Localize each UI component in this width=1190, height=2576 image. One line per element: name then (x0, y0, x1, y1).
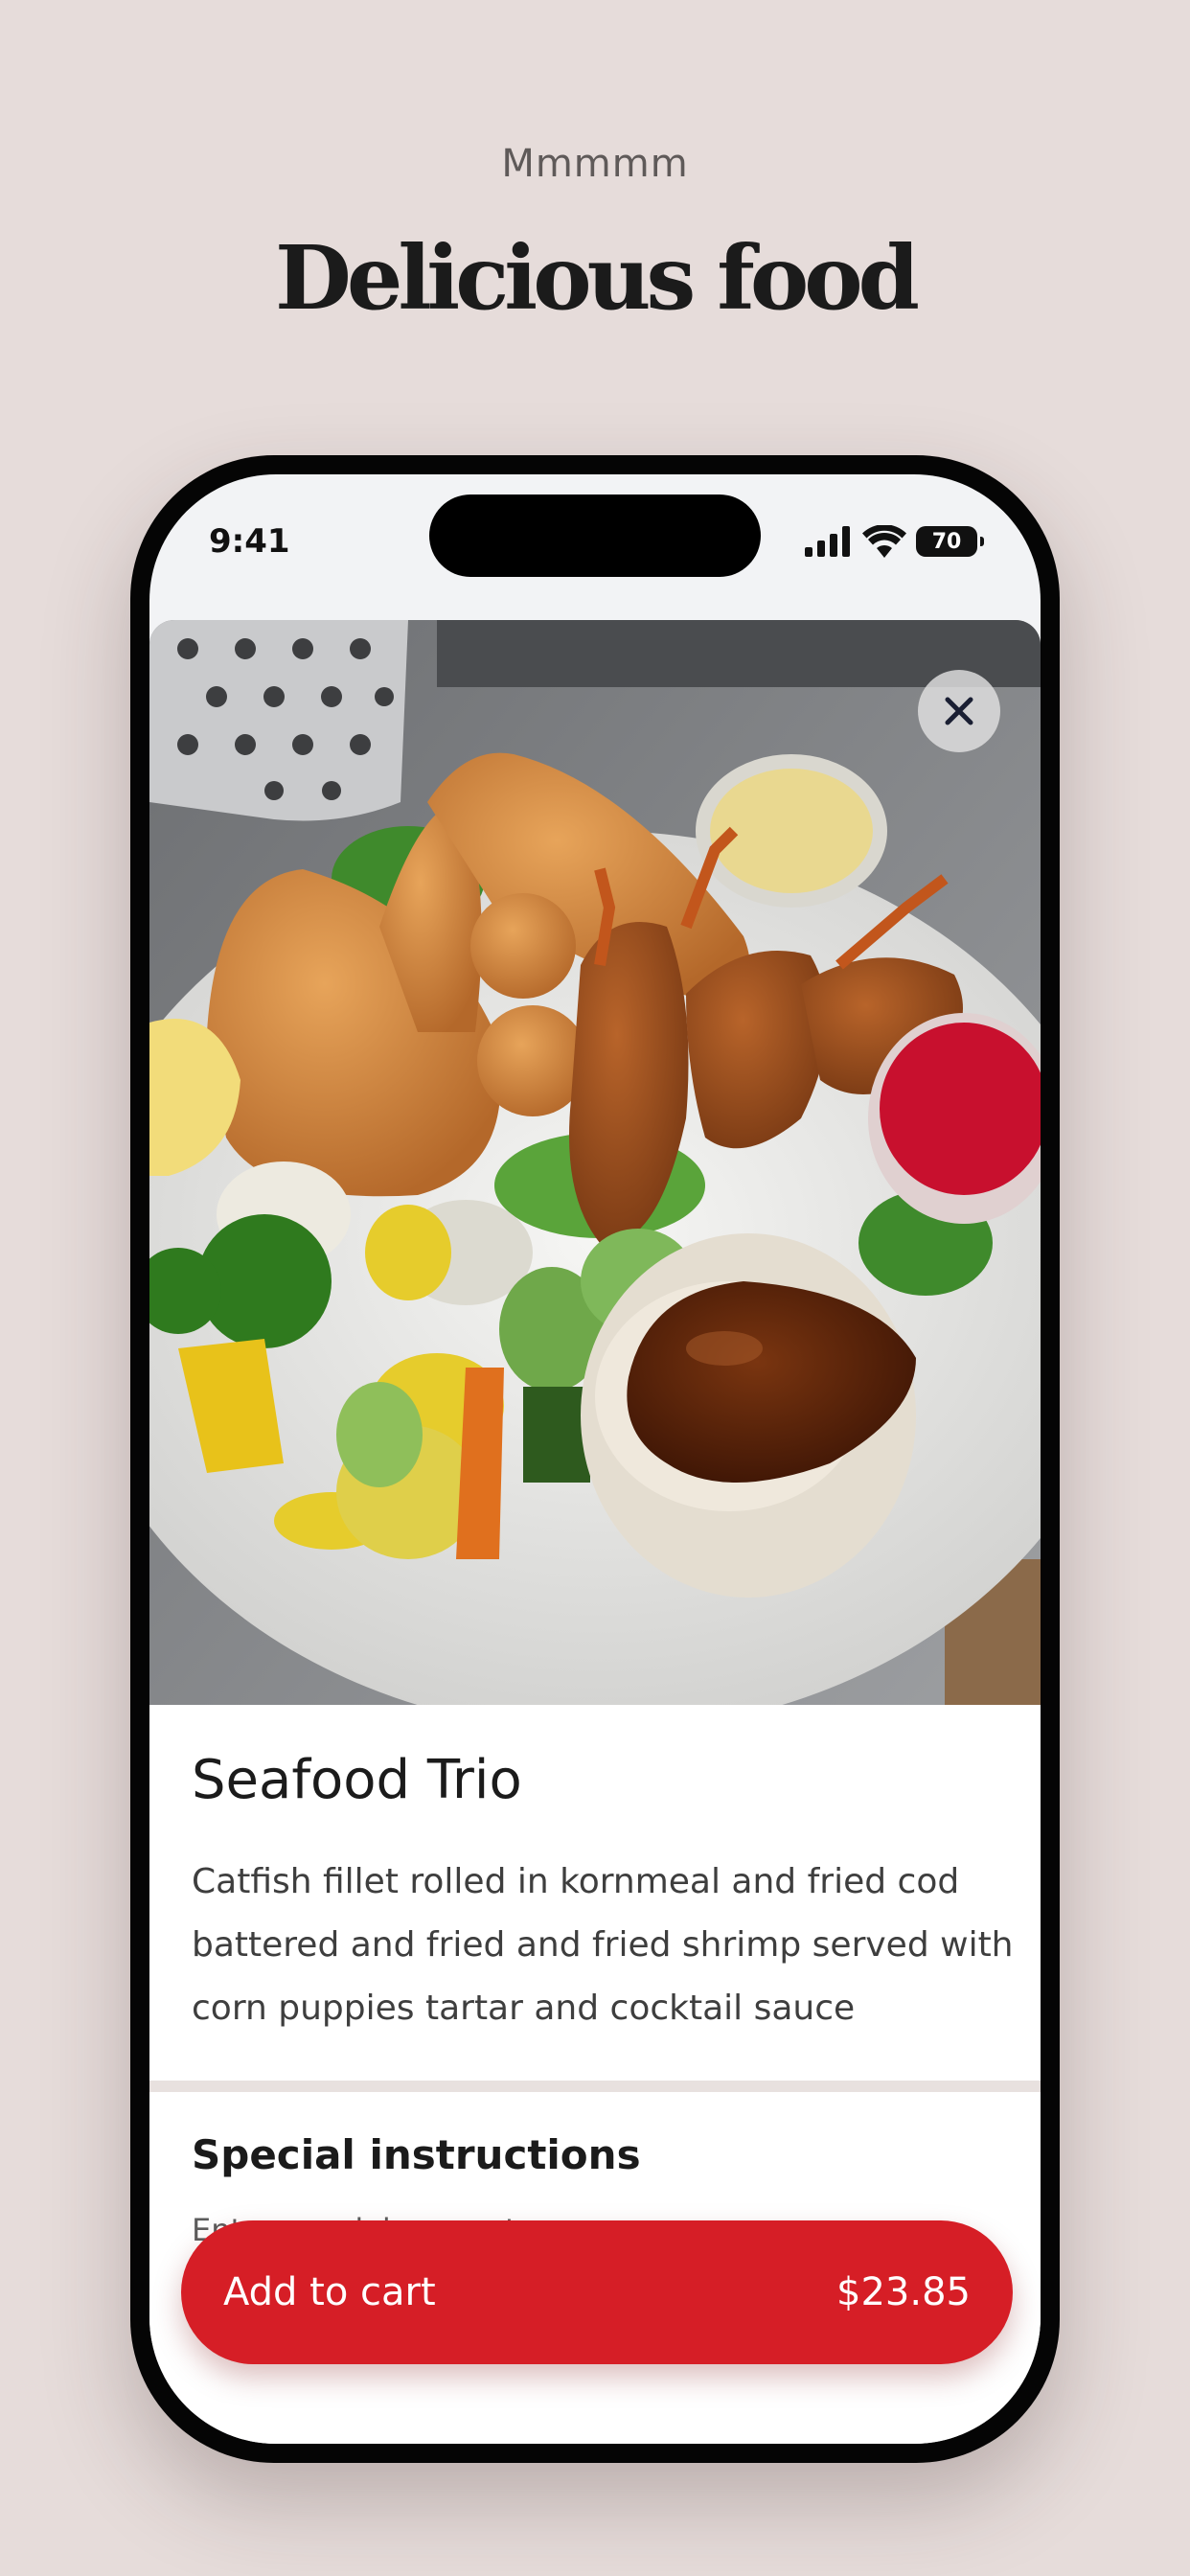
close-icon (945, 697, 973, 725)
phone-screen: 9:41 70 Seafood Trio Catfish fillet roll… (149, 474, 1041, 2444)
section-divider (149, 2081, 1041, 2092)
hero-eyebrow: Mmmmm (501, 142, 689, 186)
close-button[interactable] (918, 670, 1000, 752)
add-to-cart-label: Add to cart (223, 2270, 436, 2314)
phone-frame: 9:41 70 Seafood Trio Catfish fillet roll… (130, 455, 1060, 2463)
battery-icon: 70 (916, 526, 984, 557)
dynamic-island (429, 494, 761, 577)
add-to-cart-button[interactable]: Add to cart $23.85 (181, 2220, 1013, 2364)
item-name: Seafood Trio (192, 1749, 522, 1811)
status-icons: 70 (805, 522, 984, 561)
hero-title: Delicious food (275, 226, 920, 330)
wifi-icon (862, 525, 906, 558)
status-time: 9:41 (209, 522, 290, 561)
cellular-signal-icon (805, 526, 850, 557)
food-photo (149, 620, 1041, 1705)
instructions-title: Special instructions (192, 2131, 641, 2178)
cart-price: $23.85 (836, 2270, 971, 2314)
item-detail-sheet[interactable]: Seafood Trio Catfish fillet rolled in ko… (149, 620, 1041, 2444)
item-description: Catfish fillet rolled in kornmeal and fr… (192, 1862, 1014, 2028)
battery-level: 70 (931, 529, 962, 554)
